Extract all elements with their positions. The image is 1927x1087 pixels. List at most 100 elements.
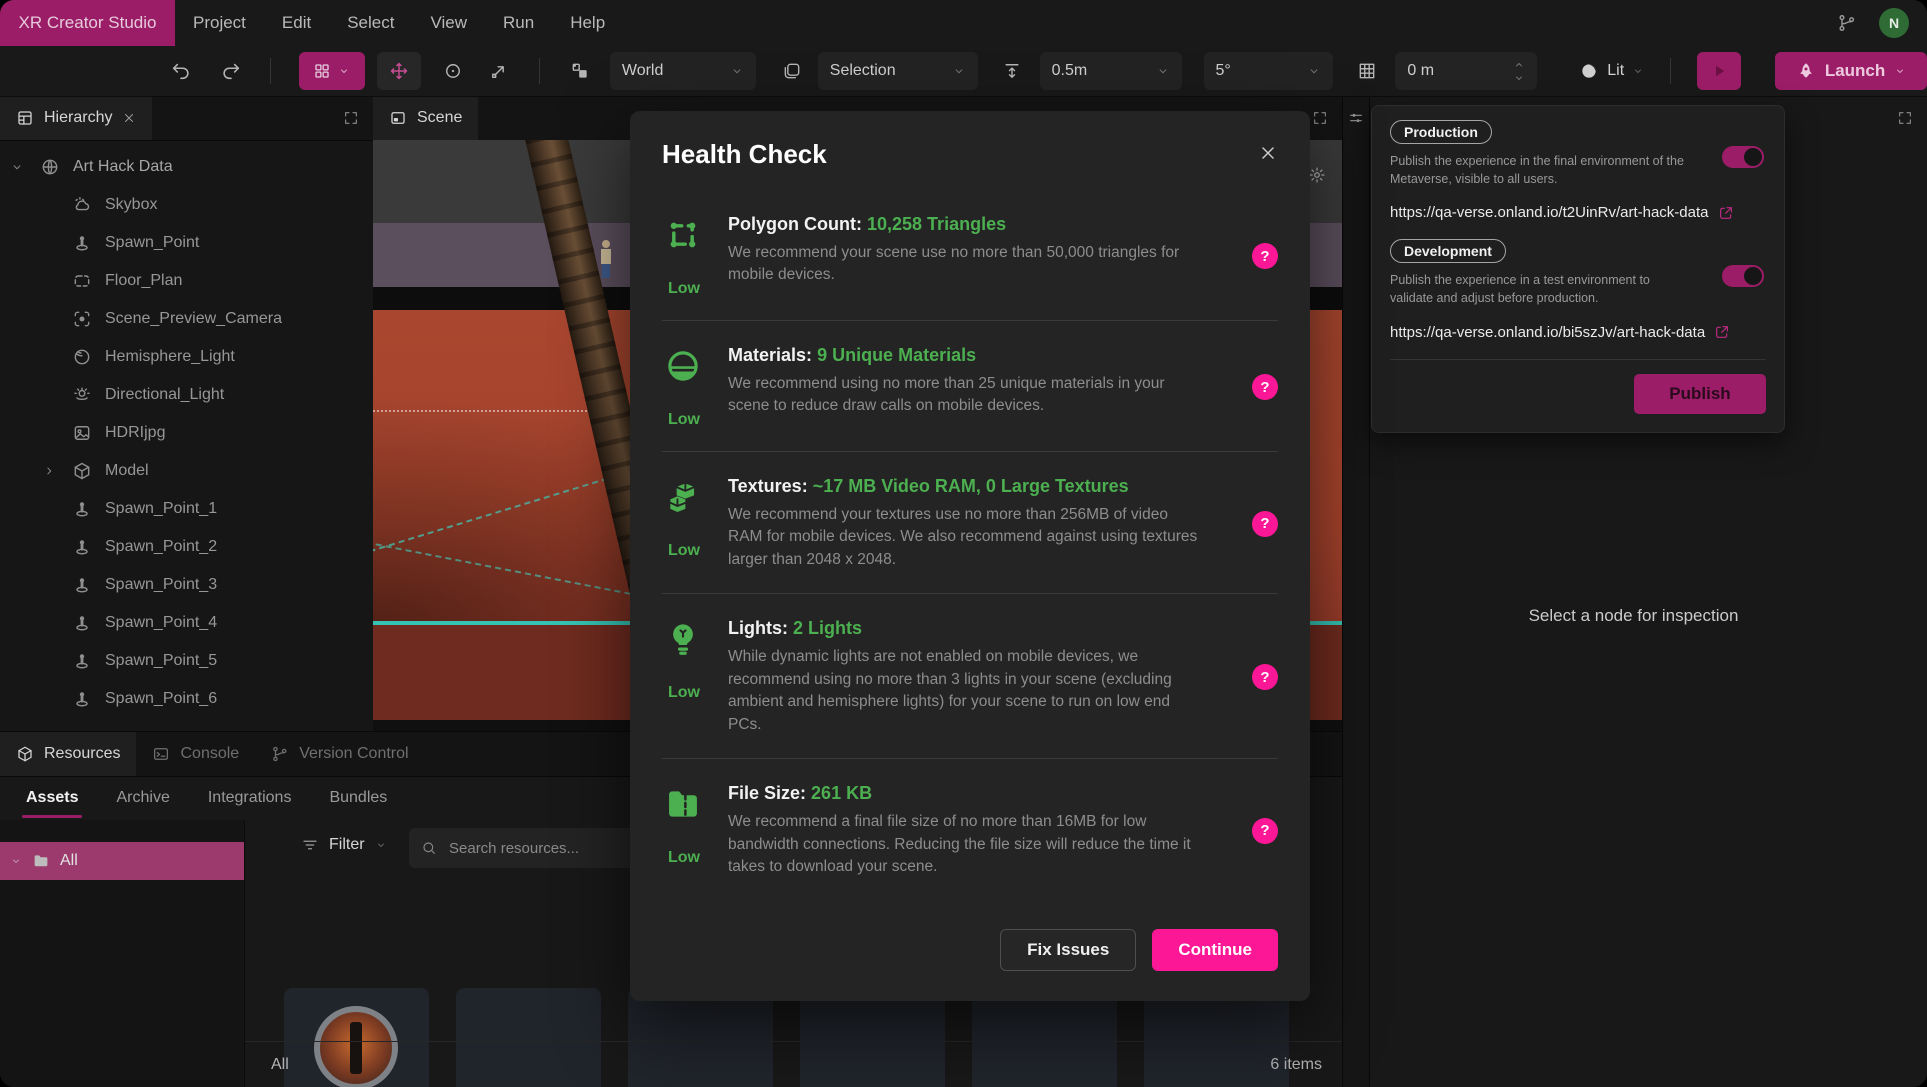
toolbar: World Selection 0.5m 5° 0 m Lit [0,46,1927,97]
hierarchy-node[interactable]: HDRIjpg [0,414,373,452]
rotate-step-dropdown[interactable]: 5° [1204,52,1334,90]
rocket-icon [1796,61,1816,81]
search-resources-input[interactable] [447,839,650,858]
snap-grid-button[interactable] [299,52,365,90]
grid-snap-icon[interactable] [1357,61,1377,81]
panel-tab[interactable]: Console [136,732,255,776]
selection-mode-dropdown[interactable]: Selection [818,52,978,90]
app-title-menu[interactable]: XR Creator Studio [0,0,175,46]
world-space-label: World [622,62,664,80]
metric-icon-column: Low [662,618,728,736]
tree-node-label: Model [105,462,149,480]
resources-subtab[interactable]: Assets [26,789,78,807]
tab-hierarchy[interactable]: Hierarchy [0,96,152,140]
menu-item[interactable]: Run [485,13,552,33]
image [72,423,92,443]
development-toggle[interactable] [1722,265,1764,287]
world-space-dropdown[interactable]: World [610,52,756,90]
help-icon[interactable]: ? [1252,818,1278,844]
external-link-icon[interactable] [1718,205,1734,221]
menu-item[interactable]: Help [552,13,623,33]
close-icon[interactable] [1258,143,1278,163]
move-tool-button[interactable] [377,52,421,90]
undo-icon[interactable] [170,60,192,82]
tune-icon[interactable] [1348,110,1364,126]
tree-node-label: Spawn_Point_6 [105,690,217,708]
hierarchy-node[interactable]: Spawn_Point_1 [0,490,373,528]
panel-tab[interactable]: Version Control [255,732,424,776]
tree-node-label: Hemisphere_Light [105,348,235,366]
help-icon[interactable]: ? [1252,243,1278,269]
tree-chevron[interactable] [42,464,72,478]
pick-parent-icon[interactable] [570,61,590,81]
resources-subtab[interactable]: Integrations [208,789,292,807]
menu-item[interactable]: Edit [264,13,329,33]
expand-hierarchy-icon[interactable] [343,110,359,126]
vertical-snap-icon[interactable] [1002,61,1022,81]
external-link-icon[interactable] [1714,324,1730,340]
metric-body: Lights: 2 Lights While dynamic lights ar… [728,618,1252,736]
development-url[interactable]: https://qa-verse.onland.io/bi5szJv/art-h… [1390,324,1705,341]
tree-chevron[interactable] [10,160,40,174]
production-url[interactable]: https://qa-verse.onland.io/t2UinRv/art-h… [1390,204,1709,221]
metric-value: 10,258 Triangles [867,214,1006,234]
help-icon[interactable]: ? [1252,664,1278,690]
rotate-step-label: 5° [1216,62,1231,80]
tab-scene[interactable]: Scene [373,96,478,140]
continue-button[interactable]: Continue [1152,929,1278,971]
toolbar-divider [1670,58,1671,84]
health-check-modal: Health Check Low Polygon Count: 10,258 T… [630,111,1310,1001]
resources-subtab[interactable]: Archive [116,789,169,807]
play-icon [1710,62,1728,80]
hierarchy-node[interactable]: Spawn_Point [0,224,373,262]
menu-item[interactable]: View [412,13,485,33]
chevron-down-icon [10,160,24,174]
fix-issues-button[interactable]: Fix Issues [1000,929,1136,971]
user-avatar[interactable]: N [1879,8,1909,38]
publish-button[interactable]: Publish [1634,374,1766,414]
hierarchy-node[interactable]: Spawn_Point_3 [0,566,373,604]
version-control-icon[interactable] [1837,13,1857,33]
chevron-down-icon [1156,64,1170,78]
help-icon[interactable]: ? [1252,511,1278,537]
metric-titleline: Lights: 2 Lights [728,618,1234,639]
production-toggle[interactable] [1722,146,1764,168]
hierarchy-node[interactable]: Scene_Preview_Camera [0,300,373,338]
hierarchy-node[interactable]: Directional_Light [0,376,373,414]
help-icon[interactable]: ? [1252,374,1278,400]
resources-subtab[interactable]: Bundles [329,789,387,807]
filter-dropdown[interactable]: Filter [301,836,387,854]
metric-titleline: Textures: ~17 MB Video RAM, 0 Large Text… [728,476,1234,497]
metric-description: We recommend a final file size of no mor… [728,811,1198,878]
hierarchy-node[interactable]: Floor_Plan [0,262,373,300]
height-stepper-arrows[interactable] [1513,59,1525,84]
viewport-settings-icon[interactable] [1308,166,1326,184]
expand-viewport-icon[interactable] [1312,110,1328,126]
scale-tool-icon[interactable] [489,61,509,81]
menu-item[interactable]: Select [329,13,412,33]
height-stepper[interactable]: 0 m [1395,52,1537,90]
hierarchy-node[interactable]: Spawn_Point_4 [0,604,373,642]
redo-icon[interactable] [220,60,242,82]
rotate-tool-icon[interactable] [443,61,463,81]
render-mode-dropdown[interactable]: Lit [1579,61,1644,81]
hierarchy-node[interactable]: Spawn_Point_5 [0,642,373,680]
hierarchy-node[interactable]: Spawn_Point_2 [0,528,373,566]
bounds-mode-icon[interactable] [782,61,802,81]
close-icon[interactable] [122,111,136,125]
folder-item-all[interactable]: All [0,842,244,880]
health-check-section: Low Lights: 2 Lights While dynamic light… [662,593,1278,758]
hierarchy-node[interactable]: Model [0,452,373,490]
play-button[interactable] [1697,52,1741,90]
hierarchy-node[interactable]: Art Hack Data [0,148,373,186]
hierarchy-node[interactable]: Skybox [0,186,373,224]
launch-button[interactable]: Launch [1775,52,1927,90]
hierarchy-node[interactable]: Spawn_Point_6 [0,680,373,718]
menu-item[interactable]: Project [175,13,264,33]
expand-inspector-icon[interactable] [1897,110,1913,126]
panel-tab[interactable]: Resources [0,732,136,776]
move-step-dropdown[interactable]: 0.5m [1040,52,1182,90]
launch-label: Launch [1825,61,1885,81]
tab-icon [16,745,34,763]
hierarchy-node[interactable]: Hemisphere_Light [0,338,373,376]
